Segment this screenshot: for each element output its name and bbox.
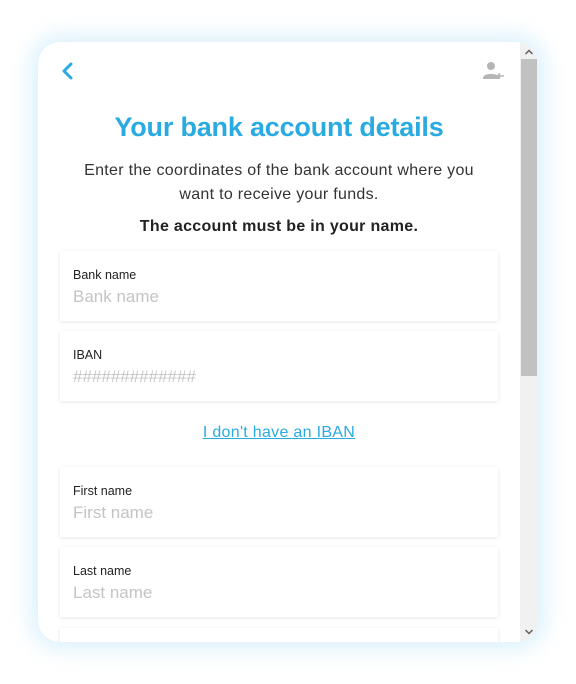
bank-name-input[interactable] [73, 285, 483, 309]
page-subtitle: Enter the coordinates of the bank accoun… [84, 162, 474, 203]
bank-details-dialog: Your bank account details Enter the coor… [38, 42, 538, 642]
scroll-down-button[interactable] [520, 624, 538, 640]
no-iban-link[interactable]: I don't have an IBAN [38, 424, 520, 442]
chevron-down-icon [524, 629, 534, 635]
page-title: Your bank account details [114, 112, 444, 142]
iban-label: IBAN [73, 348, 103, 362]
first-name-input[interactable] [73, 501, 483, 525]
iban-input[interactable] [73, 365, 483, 389]
scroll-thumb[interactable] [521, 59, 537, 376]
bank-name-field[interactable]: Bank name [60, 251, 498, 321]
first-name-label: First name [73, 484, 133, 498]
last-name-input[interactable] [73, 581, 483, 605]
last-name-field[interactable]: Last name [60, 547, 498, 617]
chevron-up-icon [524, 49, 534, 55]
iban-field[interactable]: IBAN [60, 331, 498, 401]
scroll-up-button[interactable] [520, 44, 538, 60]
account-name-note: The account must be in your name. [139, 218, 419, 235]
next-field-partial[interactable] [60, 628, 498, 642]
bank-name-label: Bank name [73, 268, 137, 282]
dialog-content: Your bank account details Enter the coor… [38, 42, 520, 642]
vertical-scrollbar[interactable] [520, 42, 538, 642]
last-name-label: Last name [73, 564, 132, 578]
first-name-field[interactable]: First name [60, 467, 498, 537]
